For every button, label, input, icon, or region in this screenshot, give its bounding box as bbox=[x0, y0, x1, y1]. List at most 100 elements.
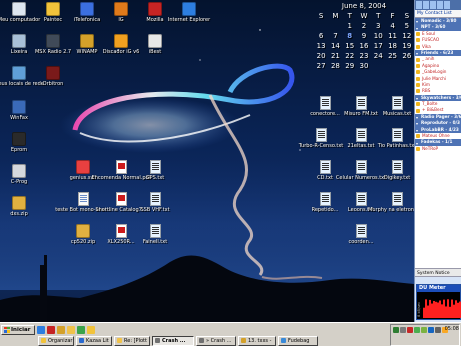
calendar-day[interactable]: 19 bbox=[400, 41, 414, 51]
desktop-icon[interactable]: iTelefonica bbox=[70, 2, 104, 23]
mail-icon[interactable] bbox=[67, 325, 75, 334]
desktop-icon[interactable]: WINAMP bbox=[70, 34, 104, 55]
desktop-icon[interactable]: iBest bbox=[138, 34, 172, 55]
taskbar-task-button[interactable]: Re: [Plott bbox=[114, 335, 150, 346]
desktop-icon[interactable]: Tio Patinhas.txt bbox=[378, 128, 416, 149]
taskbar-task-button[interactable]: » Crash ... bbox=[196, 335, 236, 346]
calendar-day[interactable]: 18 bbox=[385, 41, 399, 51]
calendar-day[interactable]: 11 bbox=[385, 31, 399, 41]
calendar-day[interactable]: 1 bbox=[343, 21, 357, 31]
ie-icon[interactable] bbox=[37, 325, 45, 334]
desktop-icon[interactable]: Turbo-R-Censo.txt bbox=[299, 128, 343, 149]
desktop-icon[interactable]: Lixeira bbox=[2, 34, 36, 55]
calendar-day[interactable]: 14 bbox=[328, 41, 342, 51]
desktop-icon[interactable]: C-Prog bbox=[2, 164, 36, 185]
contact-item[interactable]: NeTRoP bbox=[415, 146, 461, 152]
desktop-icon[interactable]: Repetido... bbox=[308, 192, 342, 213]
calendar-day[interactable]: 30 bbox=[357, 61, 371, 71]
calendar-day[interactable]: 4 bbox=[385, 21, 399, 31]
sidebar-tool-button[interactable] bbox=[437, 1, 443, 9]
desktop-icon[interactable]: Orbitron bbox=[36, 66, 70, 87]
desktop-icon[interactable]: coorden... bbox=[344, 224, 378, 245]
calendar-day[interactable]: 7 bbox=[328, 31, 342, 41]
du-meter-widget[interactable]: DU Meter 8 kB/sec bbox=[416, 284, 461, 320]
calendar-day[interactable]: 15 bbox=[343, 41, 357, 51]
msn-icon[interactable] bbox=[413, 326, 420, 333]
tray-clock[interactable]: 05:08 bbox=[445, 326, 459, 332]
desktop-icon[interactable]: XLX250R... bbox=[104, 224, 138, 245]
calendar-day[interactable]: 26 bbox=[400, 51, 414, 61]
printer-icon[interactable] bbox=[434, 326, 441, 333]
desktop-icon[interactable]: MSX Radio 2.7 bbox=[35, 34, 71, 55]
calendar-day[interactable]: 23 bbox=[357, 51, 371, 61]
taskbar-task-button[interactable]: Kazaa Lit bbox=[76, 335, 112, 346]
calendar-day[interactable]: 29 bbox=[343, 61, 357, 71]
mozilla-icon[interactable] bbox=[47, 325, 55, 334]
calendar-day[interactable]: 2 bbox=[357, 21, 371, 31]
network-icon[interactable] bbox=[392, 326, 399, 333]
sidebar-tool-button[interactable] bbox=[444, 1, 450, 9]
calendar-day[interactable]: 25 bbox=[385, 51, 399, 61]
desktop-icon[interactable]: conectore... bbox=[308, 96, 342, 117]
task-label: » Crash ... bbox=[206, 337, 232, 344]
taskbar-task-button[interactable]: Fudebag bbox=[278, 335, 318, 346]
system-notice[interactable]: System Notice bbox=[415, 268, 461, 277]
desktop-icon[interactable]: Murphy na eletronica... bbox=[368, 192, 426, 213]
text-file-icon bbox=[355, 192, 367, 206]
calendar-day[interactable]: 5 bbox=[400, 21, 414, 31]
mail-icon bbox=[117, 338, 122, 343]
calendar-day[interactable]: 3 bbox=[371, 21, 385, 31]
desktop-icon[interactable]: 21eltas.txt bbox=[344, 128, 378, 149]
winamp-icon[interactable] bbox=[57, 325, 65, 334]
calendar-day[interactable]: 24 bbox=[371, 51, 385, 61]
calendar-day[interactable]: 27 bbox=[314, 61, 328, 71]
taskbar-task-button[interactable]: Crash ... bbox=[152, 335, 194, 346]
desktop-icon[interactable]: Shortline Catalog7... bbox=[95, 192, 147, 213]
desktop-icon[interactable]: dxs.zip bbox=[2, 196, 36, 217]
text-file-icon bbox=[149, 192, 161, 206]
calendar-day[interactable]: 12 bbox=[400, 31, 414, 41]
sidebar-tool-button[interactable] bbox=[416, 1, 422, 9]
calendar-day[interactable]: 17 bbox=[371, 41, 385, 51]
desktop-icon[interactable]: Celular Numeros.txt bbox=[336, 160, 386, 181]
calendar-day[interactable]: 22 bbox=[343, 51, 357, 61]
desktop-icon[interactable]: Musicas.txt bbox=[380, 96, 414, 117]
calendar-day[interactable]: 13 bbox=[314, 41, 328, 51]
sidebar-tool-button[interactable] bbox=[430, 1, 436, 9]
sidebar-tool-button[interactable] bbox=[423, 1, 429, 9]
calendar-day[interactable]: 8 bbox=[343, 31, 357, 41]
calendar-day[interactable]: 16 bbox=[357, 41, 371, 51]
desktop-icon[interactable]: Fainell.txt bbox=[138, 224, 172, 245]
taskbar-task-button[interactable]: Organizar bbox=[38, 335, 74, 346]
desktop-icon[interactable]: SSB VHF.txt bbox=[138, 192, 172, 213]
desktop-icon[interactable]: cp520.zip bbox=[66, 224, 100, 245]
desktop-icon[interactable]: Meus locais de rede bbox=[0, 66, 44, 87]
calendar-day[interactable]: 28 bbox=[328, 61, 342, 71]
desktop-icon[interactable]: Misuro FM.txt bbox=[344, 96, 378, 117]
media-icon[interactable] bbox=[77, 325, 85, 334]
desktop-icon[interactable]: Eprom bbox=[2, 132, 36, 153]
du-meter-bar bbox=[451, 299, 453, 318]
desktop-icon-label: cp520.zip bbox=[70, 239, 96, 245]
desktop-icon[interactable]: Discador iG v6 bbox=[103, 34, 139, 55]
icq-icon[interactable] bbox=[420, 326, 427, 333]
taskbar-task-button[interactable]: 13. txxs - bbox=[238, 335, 276, 346]
shield-icon[interactable] bbox=[427, 326, 434, 333]
desktop-icon[interactable]: Meu computador bbox=[0, 2, 40, 23]
start-button[interactable]: Iniciar bbox=[1, 324, 35, 335]
desktop-icon[interactable]: Encomenda Normal.pdf bbox=[92, 160, 150, 181]
calendar-day[interactable]: 10 bbox=[371, 31, 385, 41]
folder-icon[interactable] bbox=[87, 325, 95, 334]
desktop-icon[interactable]: Internet Explorer bbox=[168, 2, 210, 23]
desktop-icon[interactable]: IG bbox=[104, 2, 138, 23]
calendar-day[interactable]: 6 bbox=[314, 31, 328, 41]
desktop-icon[interactable]: Paintec bbox=[36, 2, 70, 23]
calendar-day[interactable]: 9 bbox=[357, 31, 371, 41]
desktop-icon[interactable]: WinFax bbox=[2, 100, 36, 121]
desktop-icon[interactable]: GPS.txt bbox=[138, 160, 172, 181]
antivirus-icon[interactable] bbox=[406, 326, 413, 333]
calendar-day[interactable]: 20 bbox=[314, 51, 328, 61]
desktop-icon[interactable]: Digikey.txt bbox=[380, 160, 414, 181]
volume-icon[interactable] bbox=[399, 326, 406, 333]
calendar-day[interactable]: 21 bbox=[328, 51, 342, 61]
